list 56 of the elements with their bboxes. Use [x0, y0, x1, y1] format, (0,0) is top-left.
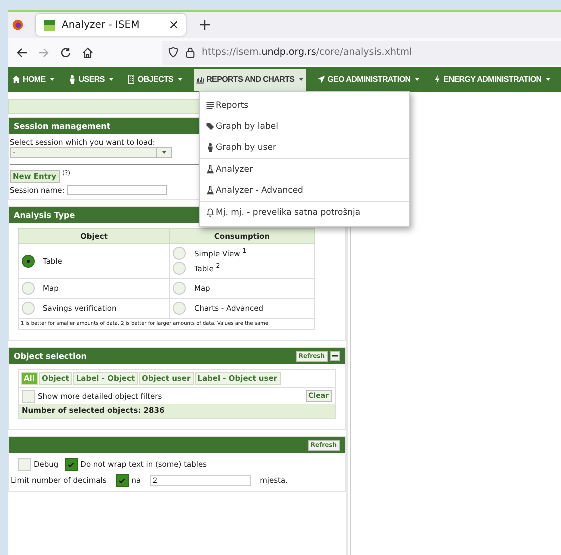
nav-menu-item[interactable]: HOME [10, 68, 57, 90]
menu-item[interactable]: Mj. mj. - prevelika satna potrošnja [200, 202, 409, 223]
menu-item[interactable]: Graph by user [200, 137, 409, 158]
caret-icon [162, 151, 166, 154]
home-icon[interactable] [82, 46, 94, 58]
back-icon[interactable] [16, 46, 28, 58]
nav-menu-item[interactable]: USERS [66, 68, 116, 90]
checkbox[interactable] [64, 458, 78, 471]
menu-item[interactable]: Analyzer - Advanced [200, 180, 409, 201]
home-icon [12, 75, 21, 84]
collapse-button[interactable] [330, 350, 340, 360]
bell-icon [206, 208, 215, 217]
shield-icon [168, 47, 179, 58]
flask-icon [206, 165, 215, 174]
minus-icon [332, 354, 338, 356]
caret-icon [108, 78, 114, 81]
lock-icon [185, 47, 196, 58]
nav-menu-item[interactable]: OBJECTS [124, 68, 185, 90]
reload-icon[interactable] [60, 46, 72, 58]
checkmark-icon [67, 460, 76, 468]
forward-icon[interactable] [38, 46, 50, 58]
tag-icon [206, 122, 215, 131]
person-icon [206, 143, 215, 152]
panel-title: Analysis Type [14, 210, 76, 220]
caret-icon [50, 78, 55, 81]
menu-item[interactable]: Reports [200, 95, 409, 116]
panel-title: Session management [14, 122, 111, 130]
url-text: https://isem.undp.org.rs/core/analysis.xhtml [202, 47, 412, 58]
browser-tab[interactable]: Analyzer - ISEM [36, 14, 186, 36]
favicon-icon [44, 20, 55, 30]
nav-menu-item[interactable]: GEO ADMINISTRATION [314, 68, 422, 90]
tab-title: Analyzer - ISEM [62, 20, 141, 30]
person-icon [68, 75, 77, 84]
menu-item[interactable]: Analyzer [200, 159, 409, 180]
browser-logo-icon [12, 19, 24, 31]
caret-icon [298, 78, 304, 81]
bar-chart-icon [196, 75, 205, 84]
list-icon [206, 101, 215, 110]
bolt-icon [432, 75, 442, 84]
checkmark-icon [118, 476, 126, 484]
menu-item[interactable]: Graph by label [200, 116, 409, 137]
panel-title: Object selection [14, 352, 87, 360]
address-field[interactable]: https://isem.undp.org.rs/core/analysis.xhtml [162, 40, 561, 64]
location-arrow-icon [316, 75, 326, 84]
building-icon [126, 75, 136, 84]
radio-button[interactable] [22, 254, 35, 268]
checkbox[interactable] [116, 474, 129, 487]
caret-icon [178, 78, 183, 81]
session-name-field[interactable] [66, 185, 167, 195]
nav-menu-item[interactable]: ENERGY ADMINISTRATION [430, 68, 553, 90]
nav-menu-item[interactable]: REPORTS AND CHARTS [194, 68, 306, 90]
caret-icon [414, 78, 420, 81]
close-icon[interactable] [170, 21, 178, 29]
flask-icon [206, 186, 215, 195]
caret-icon [546, 78, 551, 81]
new-tab-icon[interactable] [200, 20, 210, 30]
